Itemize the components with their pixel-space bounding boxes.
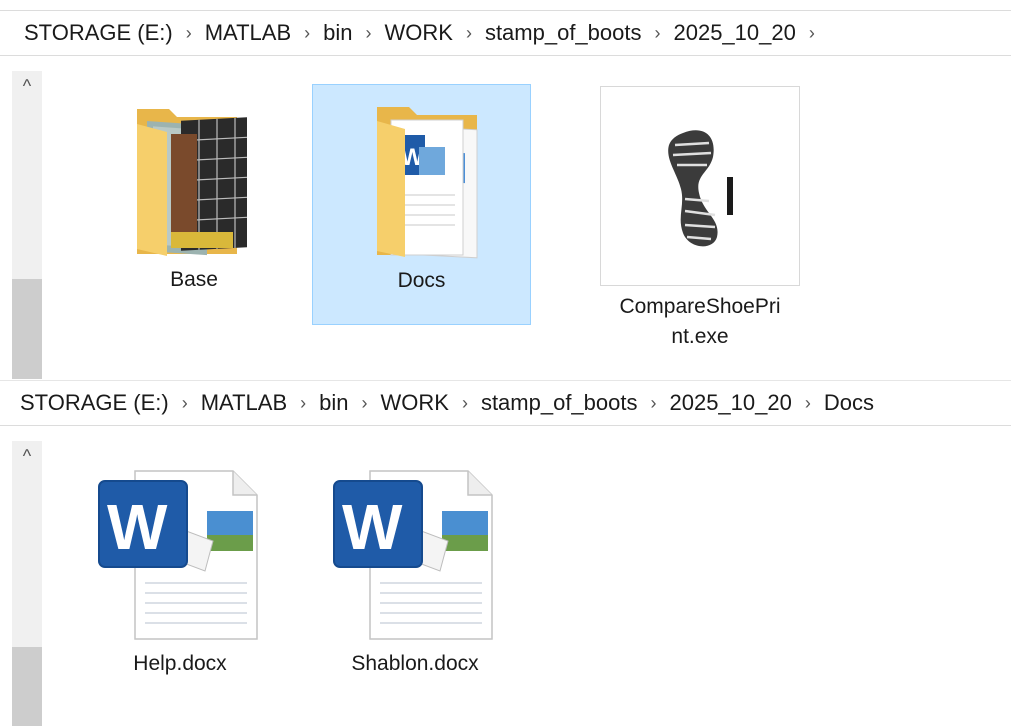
breadcrumb-date-folder[interactable]: 2025_10_20 (667, 390, 793, 416)
breadcrumb-bin[interactable]: bin (321, 20, 354, 46)
file-pane-bottom: ^ W Help.docx W Shablon.docx (0, 427, 1011, 726)
shoeprint-app-icon (668, 130, 733, 247)
scrollbar-thumb[interactable] (12, 647, 42, 726)
folder-name: Base (170, 268, 218, 291)
vertical-scrollbar[interactable]: ^ (12, 71, 42, 379)
breadcrumb-date-folder[interactable]: 2025_10_20 (671, 20, 797, 46)
breadcrumb-stamp-of-boots[interactable]: stamp_of_boots (483, 20, 644, 46)
vertical-scrollbar[interactable]: ^ (12, 441, 42, 726)
chevron-right-icon[interactable]: › (455, 23, 483, 44)
chevron-right-icon[interactable]: › (354, 23, 382, 44)
file-item-shablon-docx[interactable]: W Shablon.docx (310, 463, 520, 693)
breadcrumb-docs[interactable]: Docs (822, 390, 876, 416)
chevron-right-icon[interactable]: › (289, 393, 317, 414)
word-document-icon: W (333, 470, 493, 640)
address-bar-bottom[interactable]: STORAGE (E:) › MATLAB › bin › WORK › sta… (0, 380, 1011, 426)
chevron-right-icon[interactable]: › (794, 393, 822, 414)
chevron-right-icon[interactable]: › (639, 393, 667, 414)
file-pane-top: ^ Base W Docs CompareShoePri nt.exe (0, 57, 1011, 379)
folder-with-documents-icon: W (376, 107, 477, 259)
breadcrumb-bin[interactable]: bin (317, 390, 350, 416)
address-bar-top[interactable]: STORAGE (E:) › MATLAB › bin › WORK › sta… (0, 10, 1011, 56)
svg-text:W: W (107, 491, 168, 563)
chevron-right-icon[interactable]: › (451, 393, 479, 414)
breadcrumb-matlab[interactable]: MATLAB (199, 390, 289, 416)
breadcrumb-work[interactable]: WORK (378, 390, 450, 416)
file-item-help-docx[interactable]: W Help.docx (80, 463, 280, 693)
breadcrumb-storage[interactable]: STORAGE (E:) (18, 390, 171, 416)
breadcrumb-storage[interactable]: STORAGE (E:) (22, 20, 175, 46)
exe-thumbnail (600, 86, 800, 286)
folder-with-images-icon (137, 109, 247, 256)
folder-item-docs[interactable]: W Docs (312, 84, 531, 325)
breadcrumb-work[interactable]: WORK (382, 20, 454, 46)
scrollbar-thumb[interactable] (12, 279, 42, 379)
chevron-right-icon[interactable]: › (643, 23, 671, 44)
word-document-icon: W (98, 470, 258, 640)
scroll-up-icon[interactable]: ^ (12, 441, 42, 471)
file-item-exe[interactable]: CompareShoePri nt.exe (580, 84, 820, 354)
scroll-up-icon[interactable]: ^ (12, 71, 42, 101)
file-name: Shablon.docx (351, 652, 479, 675)
folder-item-base[interactable]: Base (104, 84, 284, 325)
chevron-right-icon[interactable]: › (175, 23, 203, 44)
chevron-right-icon[interactable]: › (171, 393, 199, 414)
chevron-right-icon[interactable]: › (350, 393, 378, 414)
breadcrumb-stamp-of-boots[interactable]: stamp_of_boots (479, 390, 640, 416)
folder-name: Docs (397, 269, 446, 292)
file-name: Help.docx (133, 652, 227, 675)
file-name: CompareShoePri nt.exe (619, 295, 781, 348)
breadcrumb-matlab[interactable]: MATLAB (203, 20, 293, 46)
svg-text:W: W (342, 491, 403, 563)
chevron-right-icon[interactable]: › (798, 23, 826, 44)
chevron-right-icon[interactable]: › (293, 23, 321, 44)
